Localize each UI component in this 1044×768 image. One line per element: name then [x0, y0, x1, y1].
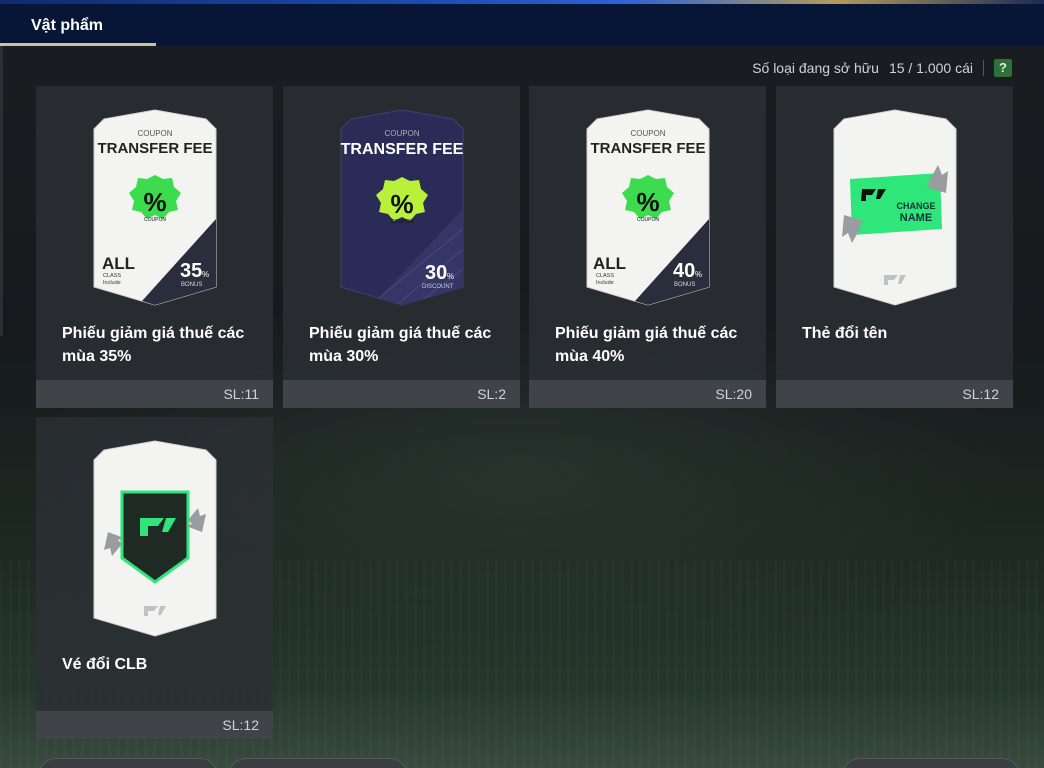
coupon-left-small1: CLASS [103, 273, 121, 279]
change-club-card-icon [93, 440, 217, 637]
coupon-left-small2: Include [103, 280, 121, 286]
header-bar [0, 4, 1044, 46]
coupon-badge-sub: COUPON [637, 217, 659, 223]
coupon-card-icon: COUPON TRANSFER FEE % COUPON ALL CLASS I… [93, 109, 217, 306]
item-qty-bar: SL:2 [283, 380, 520, 408]
coupon-percent-value: 30 [425, 262, 447, 284]
item-qty-bar: SL:12 [36, 711, 273, 739]
item-card-transfer-fee-30[interactable]: COUPON TRANSFER FEE % COUPON 30 % DISCOU… [283, 86, 520, 408]
coupon-percent-value: 35 [180, 260, 202, 282]
coupon-percent-unit: % [695, 270, 702, 279]
coupon-percent-sub: DISCOUNT [422, 284, 454, 290]
item-card-change-name[interactable]: CHANGE NAME Thẻ đổi tên SL:12 [776, 86, 1013, 408]
owned-label: Số loại đang sở hữu [752, 60, 879, 76]
coupon-badge-sub: COUPON [391, 219, 413, 225]
item-quantity: SL:2 [477, 386, 506, 402]
tab-items[interactable]: Vật phẩm [0, 4, 156, 46]
coupon-percent-sub: BONUS [674, 282, 695, 288]
item-quantity: SL:12 [962, 386, 999, 402]
coupon-card-icon: COUPON TRANSFER FEE % COUPON 30 % DISCOU… [340, 109, 464, 306]
change-name-label1: CHANGE [896, 201, 935, 211]
coupon-caption: COUPON [137, 129, 172, 138]
help-icon[interactable]: ? [994, 59, 1012, 77]
change-name-label2: NAME [900, 212, 932, 224]
coupon-badge-sub: COUPON [144, 217, 166, 223]
coupon-left-big: ALL [102, 254, 135, 273]
coupon-title: TRANSFER FEE [590, 140, 705, 157]
change-name-card-icon: CHANGE NAME [833, 109, 957, 306]
owned-count-panel: Số loại đang sở hữu 15 / 1.000 cái ? [752, 58, 1012, 78]
bottom-action-button-3[interactable] [842, 758, 1020, 768]
coupon-caption: COUPON [384, 129, 419, 138]
item-quantity: SL:11 [223, 386, 259, 402]
coupon-badge-symbol: % [143, 187, 166, 217]
coupon-card-icon: COUPON TRANSFER FEE % COUPON ALL CLASS I… [586, 109, 710, 306]
bottom-action-button-1[interactable] [38, 758, 218, 768]
item-name: Thẻ đổi tên [802, 325, 888, 342]
coupon-percent-unit: % [202, 270, 209, 279]
coupon-left-small2: Include [596, 280, 614, 286]
coupon-title: TRANSFER FEE [97, 140, 212, 157]
coupon-left-big: ALL [593, 254, 626, 273]
coupon-badge-symbol: % [636, 187, 659, 217]
item-name: Phiếu giảm giá thuế các mùa 35% [62, 325, 245, 365]
item-qty-bar: SL:12 [776, 380, 1013, 408]
left-edge-divider [0, 46, 3, 336]
tab-items-label: Vật phẩm [31, 17, 104, 34]
coupon-title: TRANSFER FEE [341, 141, 464, 158]
owned-count: 15 / 1.000 cái [888, 60, 973, 76]
owned-separator [983, 60, 984, 76]
coupon-badge-symbol: % [390, 189, 413, 219]
item-card-change-club[interactable]: Vé đổi CLB SL:12 [36, 417, 273, 739]
item-qty-bar: SL:20 [529, 380, 766, 408]
coupon-percent-sub: BONUS [181, 282, 202, 288]
coupon-caption: COUPON [630, 129, 665, 138]
item-name: Vé đổi CLB [62, 656, 148, 673]
item-card-transfer-fee-40[interactable]: COUPON TRANSFER FEE % COUPON ALL CLASS I… [529, 86, 766, 408]
item-quantity: SL:20 [715, 386, 752, 402]
item-card-transfer-fee-35[interactable]: COUPON TRANSFER FEE % COUPON ALL CLASS I… [36, 86, 273, 408]
coupon-left-small1: CLASS [596, 273, 614, 279]
coupon-percent-value: 40 [673, 260, 695, 282]
item-qty-bar: SL:11 [36, 380, 273, 408]
item-quantity: SL:12 [222, 717, 259, 733]
bottom-action-button-2[interactable] [228, 758, 408, 768]
item-name: Phiếu giảm giá thuế các mùa 40% [555, 325, 738, 365]
coupon-percent-unit: % [447, 272, 454, 281]
item-name: Phiếu giảm giá thuế các mùa 30% [309, 325, 492, 365]
